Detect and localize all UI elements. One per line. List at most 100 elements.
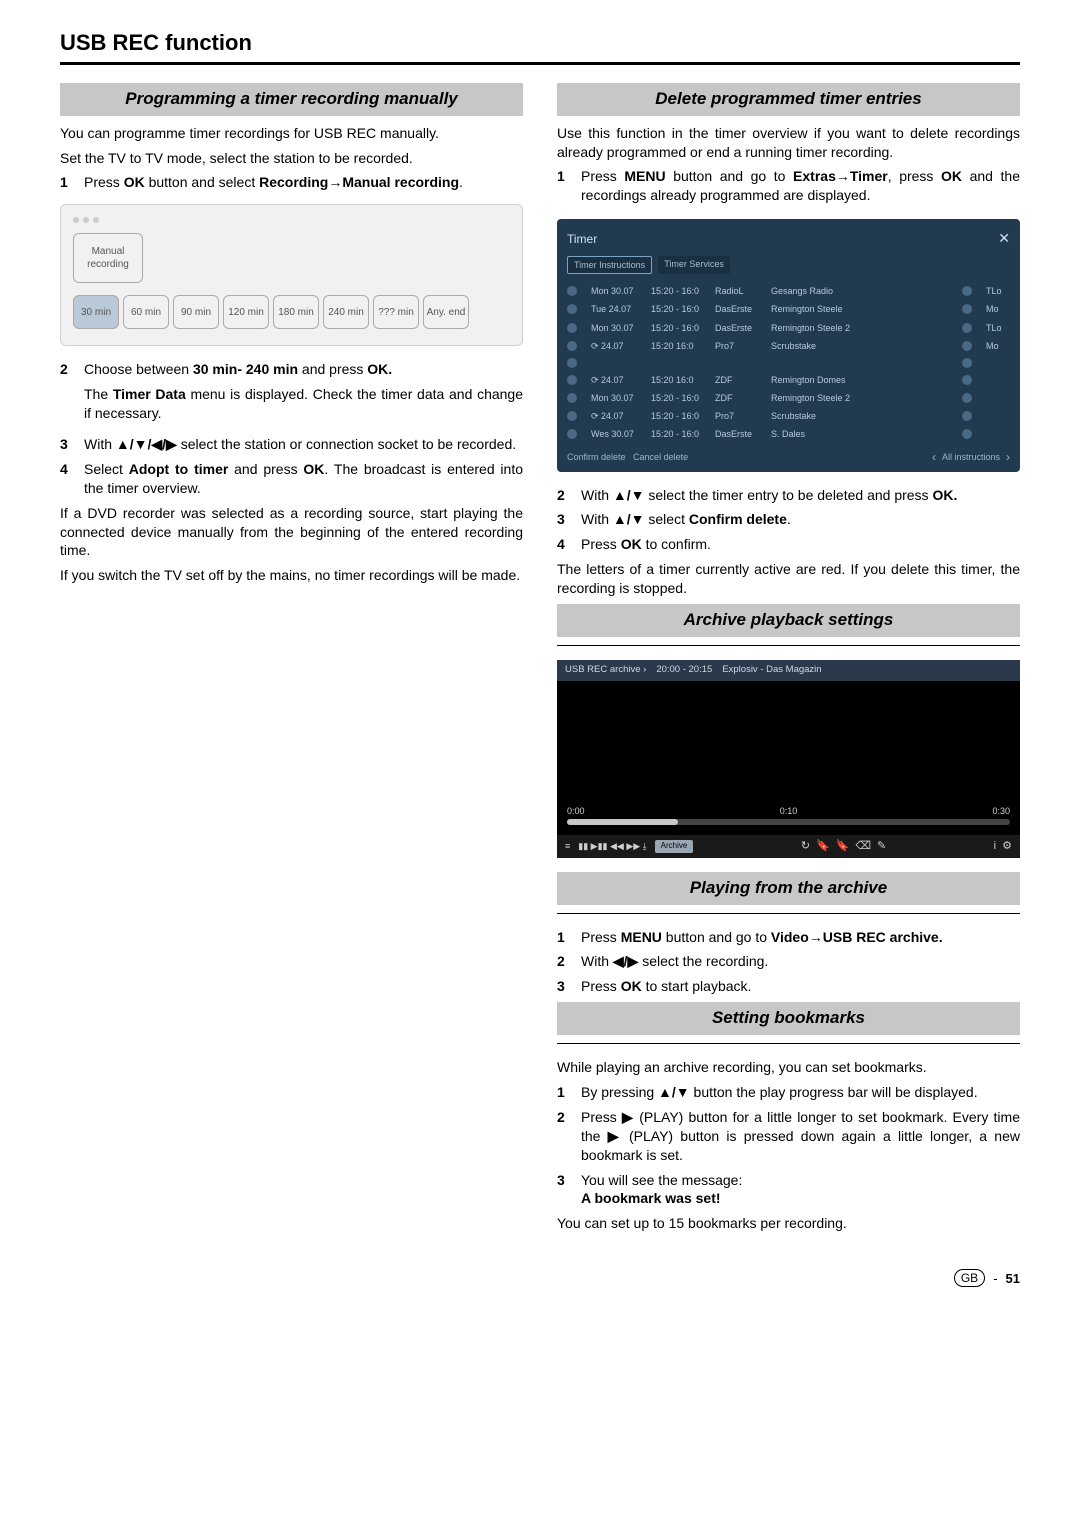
menu-icon[interactable]: ≡: [565, 840, 570, 852]
step-body: You will see the message: A bookmark was…: [581, 1171, 1020, 1209]
step-num: 1: [557, 167, 573, 205]
tile-120min[interactable]: 120 min: [223, 295, 269, 329]
p-dvd-note: If a DVD recorder was selected as a reco…: [60, 504, 523, 561]
arc-programme: Explosiv - Das Magazin: [722, 664, 821, 677]
timer-row[interactable]: ⟳ 24.0715:20 16:0Pro7ScrubstakeMo: [567, 337, 1010, 355]
step-body: With ▲/▼ select Confirm delete.: [581, 510, 1020, 529]
tile-90min[interactable]: 90 min: [173, 295, 219, 329]
timer-row[interactable]: Wes 30.0715:20 - 16:0DasErsteS. Dales: [567, 425, 1010, 443]
edit-icon[interactable]: ✎: [877, 839, 886, 854]
chevron-left-icon[interactable]: ‹: [932, 449, 936, 465]
step-num: 2: [557, 1108, 573, 1165]
delete-icon[interactable]: ⌫: [855, 839, 871, 854]
tile-manual-recording[interactable]: Manual recording: [73, 233, 143, 283]
status-badge-icon: [962, 429, 972, 439]
close-icon[interactable]: ✕: [998, 229, 1010, 248]
playback-controls[interactable]: ▮▮ ▶▮▮ ◀◀ ▶▶ ⤓: [578, 840, 646, 852]
cell-date: ⟳ 24.07: [591, 340, 645, 352]
section-rule: [557, 913, 1020, 914]
section-rule: [557, 1043, 1020, 1044]
section-title-archive-settings: Archive playback settings: [557, 604, 1020, 637]
cell-title: Scrubstake: [771, 340, 956, 352]
bookmark-icon[interactable]: 🔖: [816, 839, 830, 854]
step-body: Press MENU button and go to Extras→Timer…: [581, 167, 1020, 205]
cell-date: Mon 30.07: [591, 392, 645, 404]
step-body: Choose between 30 min- 240 min and press…: [84, 360, 523, 429]
chevron-right-icon[interactable]: ›: [1006, 449, 1010, 465]
steps-programming: 1 Press OK button and select Recording→M…: [60, 173, 523, 192]
cell-tag: Mo: [986, 340, 1010, 352]
cell-channel: RadioL: [715, 285, 765, 297]
archive-chip[interactable]: Archive: [655, 840, 694, 853]
step-body: Press OK button and select Recording→Man…: [84, 173, 523, 192]
arc-time: 20:00 - 20:15: [656, 664, 712, 677]
cell-channel: DasErste: [715, 322, 765, 334]
tile-xxxmin[interactable]: ??? min: [373, 295, 419, 329]
status-badge-icon: [567, 429, 577, 439]
info-icon[interactable]: i: [994, 839, 996, 854]
figure-manual-recording: Manual recording 30 min 60 min 90 min 12…: [60, 204, 523, 346]
cell-tag: TLo: [986, 322, 1010, 334]
step-num: 2: [60, 360, 76, 429]
p-red-letters: The letters of a timer currently active …: [557, 560, 1020, 598]
cell-channel: ZDF: [715, 374, 765, 386]
timer-row[interactable]: Mon 30.0715:20 - 16:0DasErsteRemington S…: [567, 319, 1010, 337]
tab-timer-instructions[interactable]: Timer Instructions: [567, 256, 652, 274]
timer-row[interactable]: Mon 30.0715:20 - 16:0ZDFRemington Steele…: [567, 389, 1010, 407]
section-title-programming: Programming a timer recording manually: [60, 83, 523, 116]
status-badge-icon: [962, 393, 972, 403]
step-num: 4: [557, 535, 573, 554]
step-body: Press OK to confirm.: [581, 535, 1020, 554]
dash: -: [993, 1270, 997, 1288]
footer-cancel-delete[interactable]: Cancel delete: [633, 452, 688, 462]
cell-tag: TLo: [986, 285, 1010, 297]
timer-row[interactable]: ⟳ 24.0715:20 16:0ZDFRemington Domes: [567, 371, 1010, 389]
cell-time: 15:20 - 16:0: [651, 322, 709, 334]
fig-dots: [73, 217, 510, 223]
cell-title: Scrubstake: [771, 410, 956, 422]
arc-progress-bar[interactable]: [567, 819, 1010, 825]
cell-time: 15:20 16:0: [651, 340, 709, 352]
timer-row[interactable]: Mon 30.0715:20 - 16:0RadioLGesangs Radio…: [567, 282, 1010, 300]
tile-any-end[interactable]: Any. end: [423, 295, 469, 329]
step-num: 3: [557, 977, 573, 996]
tile-30min[interactable]: 30 min: [73, 295, 119, 329]
step-body: With ◀/▶ select the recording.: [581, 952, 1020, 971]
cell-channel: ZDF: [715, 392, 765, 404]
status-badge-icon: [567, 323, 577, 333]
status-badge-icon: [567, 375, 577, 385]
region-badge: GB: [954, 1269, 985, 1287]
status-badge-icon: [567, 358, 577, 368]
status-badge-icon: [962, 286, 972, 296]
cell-title: Remington Domes: [771, 374, 956, 386]
step-num: 1: [557, 1083, 573, 1102]
steps-delete-cont: 2 With ▲/▼ select the timer entry to be …: [557, 486, 1020, 555]
tile-240min[interactable]: 240 min: [323, 295, 369, 329]
tile-180min[interactable]: 180 min: [273, 295, 319, 329]
status-badge-icon: [567, 341, 577, 351]
two-column-layout: Programming a timer recording manually Y…: [60, 83, 1020, 1240]
timer-row[interactable]: ⟳ 24.0715:20 - 16:0Pro7Scrubstake: [567, 407, 1010, 425]
cell-date: ⟳ 24.07: [591, 410, 645, 422]
cell-title: Remington Steele: [771, 303, 956, 315]
footer-all-instructions[interactable]: All instructions: [942, 451, 1000, 463]
tile-60min[interactable]: 60 min: [123, 295, 169, 329]
repeat-icon[interactable]: ↻: [801, 839, 810, 854]
page-footer: GB - 51: [60, 1269, 1020, 1287]
timer-row[interactable]: [567, 355, 1010, 371]
footer-confirm-delete[interactable]: Confirm delete: [567, 452, 626, 462]
p-bookmarks-limit: You can set up to 15 bookmarks per recor…: [557, 1214, 1020, 1233]
settings-icon[interactable]: ⚙: [1002, 839, 1012, 854]
step-num: 3: [557, 510, 573, 529]
tab-timer-services[interactable]: Timer Services: [658, 256, 730, 274]
step-body: Press OK to start playback.: [581, 977, 1020, 996]
bookmark-set-icon[interactable]: 🔖: [836, 839, 850, 854]
step2-subtext: The Timer Data menu is displayed. Check …: [84, 385, 523, 423]
step-num: 1: [557, 928, 573, 947]
cell-date: ⟳ 24.07: [591, 374, 645, 386]
title-rule: [60, 62, 1020, 65]
step-body: Press MENU button and go to Video→USB RE…: [581, 928, 1020, 947]
step-body: Select Adopt to timer and press OK. The …: [84, 460, 523, 498]
timer-row[interactable]: Tue 24.0715:20 - 16:0DasErsteRemington S…: [567, 300, 1010, 318]
figure-timer-overview: Timer ✕ Timer Instructions Timer Service…: [557, 219, 1020, 471]
